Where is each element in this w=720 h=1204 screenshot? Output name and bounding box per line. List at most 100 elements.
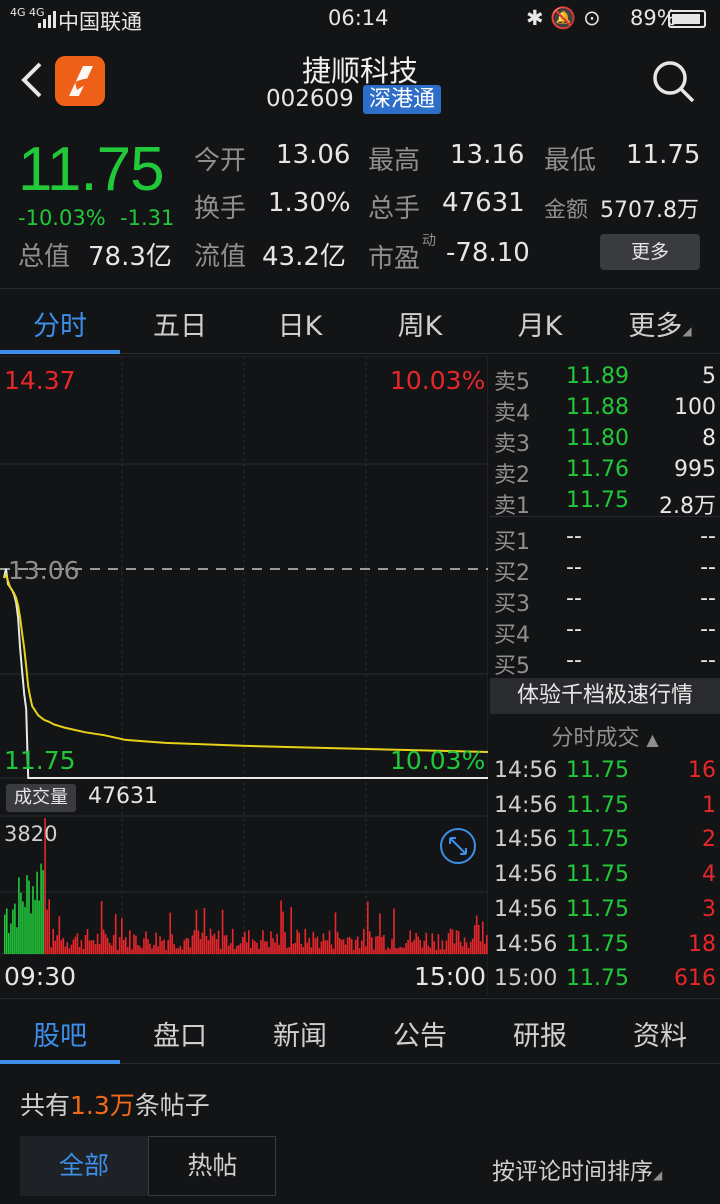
tick-price: 11.75 — [566, 792, 629, 818]
volume-bar — [129, 930, 131, 954]
volume-bar — [110, 945, 113, 954]
volume-bar — [320, 941, 323, 954]
volume-bar — [14, 903, 16, 954]
volume-bar — [155, 932, 157, 954]
volume-total: 47631 — [88, 784, 158, 809]
volume-bar — [387, 947, 389, 954]
high-value: 13.16 — [450, 140, 525, 170]
volume-bar — [24, 906, 26, 954]
dropdown-corner-icon: ◢ — [682, 324, 692, 338]
volume-bar — [395, 948, 397, 954]
amount-value: 5707.8万 — [600, 198, 699, 223]
volume-bar — [304, 928, 307, 954]
change-amount: -1.31 — [120, 206, 175, 230]
tab-news[interactable]: 新闻 — [240, 1014, 360, 1053]
tick-time: 14:56 — [494, 758, 558, 783]
volume-bar — [191, 935, 194, 954]
tab-five-day[interactable]: 五日 — [120, 304, 240, 343]
volume-bar — [340, 939, 343, 954]
volume-bar — [173, 944, 175, 954]
volume-bar — [381, 936, 383, 954]
tab-intraday[interactable]: 分时 — [0, 304, 120, 343]
tab-research[interactable]: 研报 — [480, 1014, 600, 1053]
volume-bar — [377, 936, 379, 954]
ticks-header[interactable]: 分时成交 ▲ — [490, 720, 720, 752]
volume-bar — [288, 947, 290, 954]
chart-bottom-price: 11.75 — [4, 746, 76, 775]
tab-forum[interactable]: 股吧 — [0, 1014, 120, 1053]
volume-bar — [197, 930, 200, 954]
filter-hot[interactable]: 热帖 — [148, 1136, 276, 1196]
more-quote-button[interactable]: 更多 — [600, 234, 700, 270]
volume-badge[interactable]: 成交量 — [6, 784, 76, 812]
volume-bar — [221, 909, 224, 954]
volume-bar — [233, 949, 236, 954]
volume-bar — [42, 870, 44, 954]
volume-bar — [471, 938, 474, 954]
volume-bar — [239, 943, 242, 954]
volume-bar — [167, 940, 169, 954]
tab-announcements[interactable]: 公告 — [360, 1014, 480, 1053]
filter-all[interactable]: 全部 — [20, 1136, 148, 1196]
ticks-title: 分时成交 — [551, 726, 640, 751]
volume-bar — [244, 931, 246, 954]
volume-bar — [469, 941, 472, 954]
volume-bar — [296, 929, 298, 954]
volume-bar — [199, 939, 202, 954]
bids-price: -- — [566, 617, 582, 642]
bids-price: -- — [566, 586, 582, 611]
tab-daily-k[interactable]: 日K — [240, 304, 360, 343]
tick-price: 11.75 — [566, 758, 629, 783]
intraday-chart[interactable] — [0, 356, 488, 996]
volume-bar — [12, 909, 14, 954]
tab-weekly-k[interactable]: 周K — [360, 304, 480, 343]
search-icon[interactable] — [650, 58, 696, 104]
volume-bar — [439, 949, 442, 954]
volume-bar — [139, 946, 141, 954]
volume-bar — [421, 947, 424, 954]
volume-bar — [26, 875, 28, 954]
asks-label: 卖3 — [494, 432, 530, 457]
volume-bar — [361, 940, 363, 954]
volume-bar — [479, 941, 482, 954]
volume-bar — [86, 929, 89, 954]
volume-bar — [74, 936, 77, 954]
low-value: 11.75 — [626, 140, 701, 170]
open-value: 13.06 — [276, 140, 351, 170]
volume-bar — [193, 930, 196, 954]
level2-promo-button[interactable]: 体验千档极速行情 — [490, 678, 720, 714]
volume-bar — [215, 939, 218, 954]
volume-bar — [268, 947, 270, 954]
sort-selector[interactable]: 按评论时间排序◢ — [492, 1152, 662, 1186]
volume-bar — [290, 907, 292, 954]
pe-label: 市盈 — [368, 244, 421, 274]
volume-bar — [461, 946, 464, 954]
tab-profile[interactable]: 资料 — [600, 1014, 720, 1053]
volume-bar — [280, 900, 282, 954]
volume-bar — [171, 934, 173, 954]
volume-bar — [328, 930, 331, 954]
asks-volume: 5 — [702, 364, 716, 389]
volume-bar — [427, 945, 430, 954]
volume-bar — [373, 949, 375, 954]
volume-bar — [282, 911, 284, 954]
tab-monthly-k[interactable]: 月K — [480, 304, 600, 343]
volume-bar — [407, 939, 409, 954]
high-label: 最高 — [368, 146, 421, 176]
post-count-number: 1.3万 — [70, 1091, 135, 1120]
tab-more[interactable]: 更多◢ — [600, 304, 720, 343]
volume-bar — [179, 945, 181, 954]
chart-prev-close: 13.06 — [8, 556, 80, 585]
volume-bar — [344, 944, 347, 954]
tab-market-depth[interactable]: 盘口 — [120, 1014, 240, 1053]
volume-bar — [225, 935, 228, 954]
asks-price: 11.75 — [566, 488, 629, 513]
volume-bar — [201, 932, 204, 954]
open-label: 今开 — [194, 146, 247, 176]
volume-bar — [367, 901, 369, 954]
volume-bar — [36, 871, 38, 954]
volume-bar — [70, 944, 73, 954]
volume-bar — [100, 901, 103, 954]
volume-bar — [169, 912, 171, 954]
volume-bar — [441, 940, 444, 954]
